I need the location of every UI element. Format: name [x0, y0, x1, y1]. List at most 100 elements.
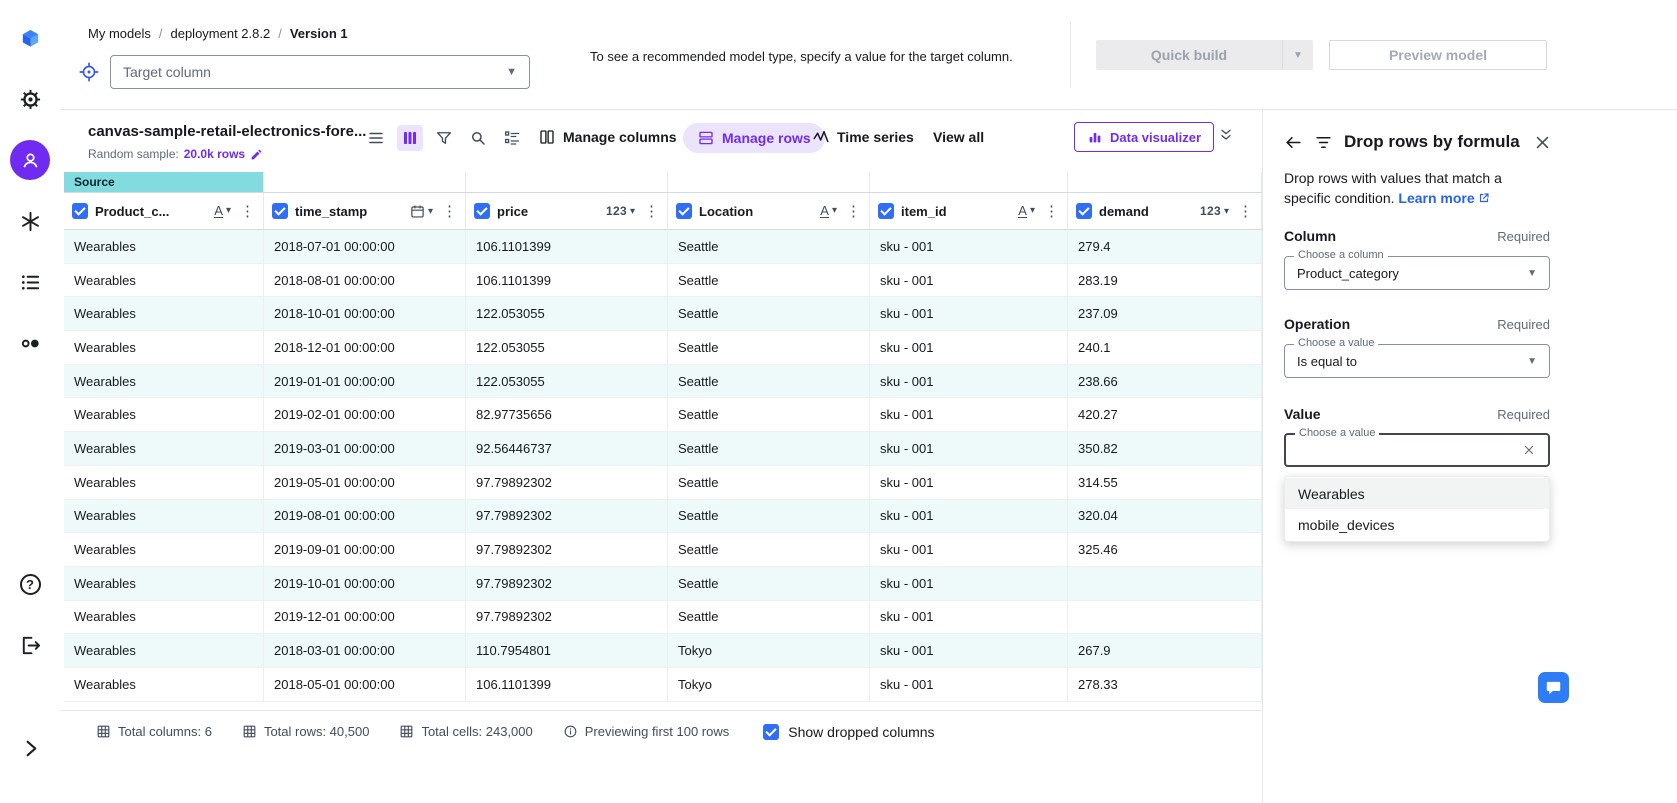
column-type-button[interactable]: ▾ — [410, 204, 433, 219]
table-row[interactable]: Wearables2019-08-01 00:00:0097.79892302S… — [64, 500, 1262, 534]
quick-build-button[interactable]: Quick build ▼ — [1096, 40, 1313, 70]
learn-more-link[interactable]: Learn more — [1398, 188, 1489, 208]
column-select-checkbox[interactable] — [272, 203, 288, 219]
external-link-icon — [1478, 192, 1490, 204]
canvas-logo-icon[interactable] — [10, 18, 50, 58]
column-type-button[interactable]: A▾ — [820, 204, 837, 219]
table-cell: 97.79892302 — [466, 533, 668, 567]
pencil-edit-icon[interactable] — [250, 148, 263, 161]
column-select-checkbox[interactable] — [474, 203, 490, 219]
expand-chevron-icon[interactable] — [10, 728, 50, 768]
table-cell: 2019-05-01 00:00:00 — [264, 466, 466, 500]
table-row[interactable]: Wearables2019-05-01 00:00:0097.79892302S… — [64, 466, 1262, 500]
table-cell: Seattle — [668, 500, 870, 534]
column-menu-icon[interactable]: ⋮ — [440, 202, 459, 220]
column-type-button[interactable]: A▾ — [1018, 204, 1035, 219]
show-dropped-checkbox[interactable] — [763, 724, 779, 740]
table-row[interactable]: Wearables2018-05-01 00:00:00106.1101399T… — [64, 668, 1262, 702]
double-chevron-down-icon[interactable] — [1218, 127, 1234, 143]
table-row[interactable]: Wearables2019-12-01 00:00:0097.79892302S… — [64, 601, 1262, 635]
my-models-icon[interactable] — [10, 140, 50, 180]
checklist-icon[interactable] — [499, 125, 525, 151]
datasets-list-icon[interactable] — [10, 262, 50, 302]
column-field-labels: Column Required — [1284, 228, 1550, 244]
clear-x-icon[interactable] — [1522, 443, 1536, 457]
column-select-checkbox[interactable] — [878, 203, 894, 219]
source-tab[interactable]: Source — [64, 172, 264, 192]
help-question-icon[interactable]: ? — [10, 564, 50, 604]
table-row[interactable]: Wearables2018-12-01 00:00:00122.053055Se… — [64, 331, 1262, 365]
data-visualizer-button[interactable]: Data visualizer — [1074, 122, 1214, 152]
column-select-checkbox[interactable] — [72, 203, 88, 219]
table-row[interactable]: Wearables2019-03-01 00:00:0092.56446737S… — [64, 432, 1262, 466]
view-all-button[interactable]: View all — [933, 129, 984, 145]
breadcrumb-deployment[interactable]: deployment 2.8.2 — [170, 26, 270, 41]
column-select-checkbox[interactable] — [676, 203, 692, 219]
close-icon[interactable] — [1534, 134, 1551, 151]
column-header-product-c-[interactable]: Product_c... A▾ ⋮ — [64, 193, 264, 229]
quick-build-dropdown-icon[interactable]: ▼ — [1283, 40, 1313, 70]
ready-to-use-models-icon[interactable] — [10, 201, 50, 241]
search-icon[interactable] — [465, 125, 491, 151]
table-row[interactable]: Wearables2019-01-01 00:00:00122.053055Se… — [64, 365, 1262, 399]
breadcrumb-my-models[interactable]: My models — [88, 26, 151, 41]
table-row[interactable]: Wearables2018-10-01 00:00:00122.053055Se… — [64, 297, 1262, 331]
value-input[interactable]: Choose a value — [1284, 433, 1550, 467]
column-select-checkbox[interactable] — [1076, 203, 1092, 219]
manage-rows-button[interactable]: Manage rows — [683, 123, 825, 153]
column-menu-icon[interactable]: ⋮ — [238, 202, 257, 220]
table-row[interactable]: Wearables2019-09-01 00:00:0097.79892302S… — [64, 533, 1262, 567]
column-type-button[interactable]: A▾ — [214, 204, 231, 219]
column-header-item-id[interactable]: item_idA▾⋮ — [870, 193, 1068, 229]
column-type-button[interactable]: 123▾ — [1200, 204, 1229, 218]
panel-header: Drop rows by formula — [1284, 132, 1550, 152]
manage-columns-button[interactable]: Manage columns — [538, 128, 677, 146]
column-menu-icon[interactable]: ⋮ — [1042, 202, 1061, 220]
column-header-time-stamp[interactable]: time_stamp▾⋮ — [264, 193, 466, 229]
sign-out-icon[interactable] — [10, 625, 50, 665]
table-row[interactable]: Wearables2019-02-01 00:00:0082.97735656S… — [64, 398, 1262, 432]
table-row[interactable]: Wearables2018-08-01 00:00:00106.1101399S… — [64, 264, 1262, 298]
value-option[interactable]: mobile_devices — [1285, 509, 1549, 540]
chat-bubble-icon — [1545, 679, 1562, 696]
table-row[interactable]: Wearables2018-07-01 00:00:00106.1101399S… — [64, 230, 1262, 264]
column-menu-icon[interactable]: ⋮ — [1236, 202, 1255, 220]
operation-field-name: Operation — [1284, 316, 1350, 332]
table-cell: 82.97735656 — [466, 398, 668, 432]
table-row[interactable]: Wearables2018-03-01 00:00:00110.7954801T… — [64, 634, 1262, 668]
column-label: Product_c... — [95, 204, 169, 219]
breadcrumb-separator — [278, 26, 282, 41]
automations-dots-icon[interactable] — [10, 323, 50, 363]
target-column-select[interactable]: Target column ▼ — [110, 55, 530, 89]
filter-funnel-icon[interactable] — [431, 125, 457, 151]
random-sample-value-link[interactable]: 20.0k rows — [184, 147, 245, 161]
time-series-button[interactable]: Time series — [812, 128, 914, 146]
left-sidebar: ? — [0, 0, 60, 803]
chevron-down-icon: ▾ — [1030, 205, 1035, 216]
table-cell: Wearables — [64, 601, 264, 635]
column-header-price[interactable]: price123▾⋮ — [466, 193, 668, 229]
back-arrow-icon[interactable] — [1284, 133, 1303, 152]
table-row[interactable]: Wearables2019-10-01 00:00:0097.79892302S… — [64, 567, 1262, 601]
value-required-badge: Required — [1497, 407, 1550, 422]
column-menu-icon[interactable]: ⋮ — [642, 202, 661, 220]
column-select[interactable]: Choose a column Product_category ▼ — [1284, 256, 1550, 290]
list-view-icon[interactable] — [363, 125, 389, 151]
table-cell: 2019-10-01 00:00:00 — [264, 567, 466, 601]
table-cell: 2019-12-01 00:00:00 — [264, 601, 466, 635]
column-menu-icon[interactable]: ⋮ — [844, 202, 863, 220]
preview-model-button[interactable]: Preview model — [1329, 40, 1547, 70]
value-option[interactable]: Wearables — [1285, 478, 1549, 509]
table-cell: Seattle — [668, 264, 870, 298]
column-header-demand[interactable]: demand123▾⋮ — [1068, 193, 1262, 229]
settings-gear-icon[interactable] — [10, 79, 50, 119]
grid-view-icon[interactable] — [397, 125, 423, 151]
operation-select[interactable]: Choose a value Is equal to ▼ — [1284, 344, 1550, 378]
column-type-button[interactable]: 123▾ — [606, 204, 635, 218]
column-header-location[interactable]: LocationA▾⋮ — [668, 193, 870, 229]
table-cell: Wearables — [64, 398, 264, 432]
column-floating-label: Choose a column — [1294, 250, 1388, 261]
chat-button[interactable] — [1538, 672, 1569, 703]
table-cell: sku - 001 — [870, 331, 1068, 365]
app-window: ? My models deployment 2.8.2 Version 1 T… — [0, 0, 1677, 803]
